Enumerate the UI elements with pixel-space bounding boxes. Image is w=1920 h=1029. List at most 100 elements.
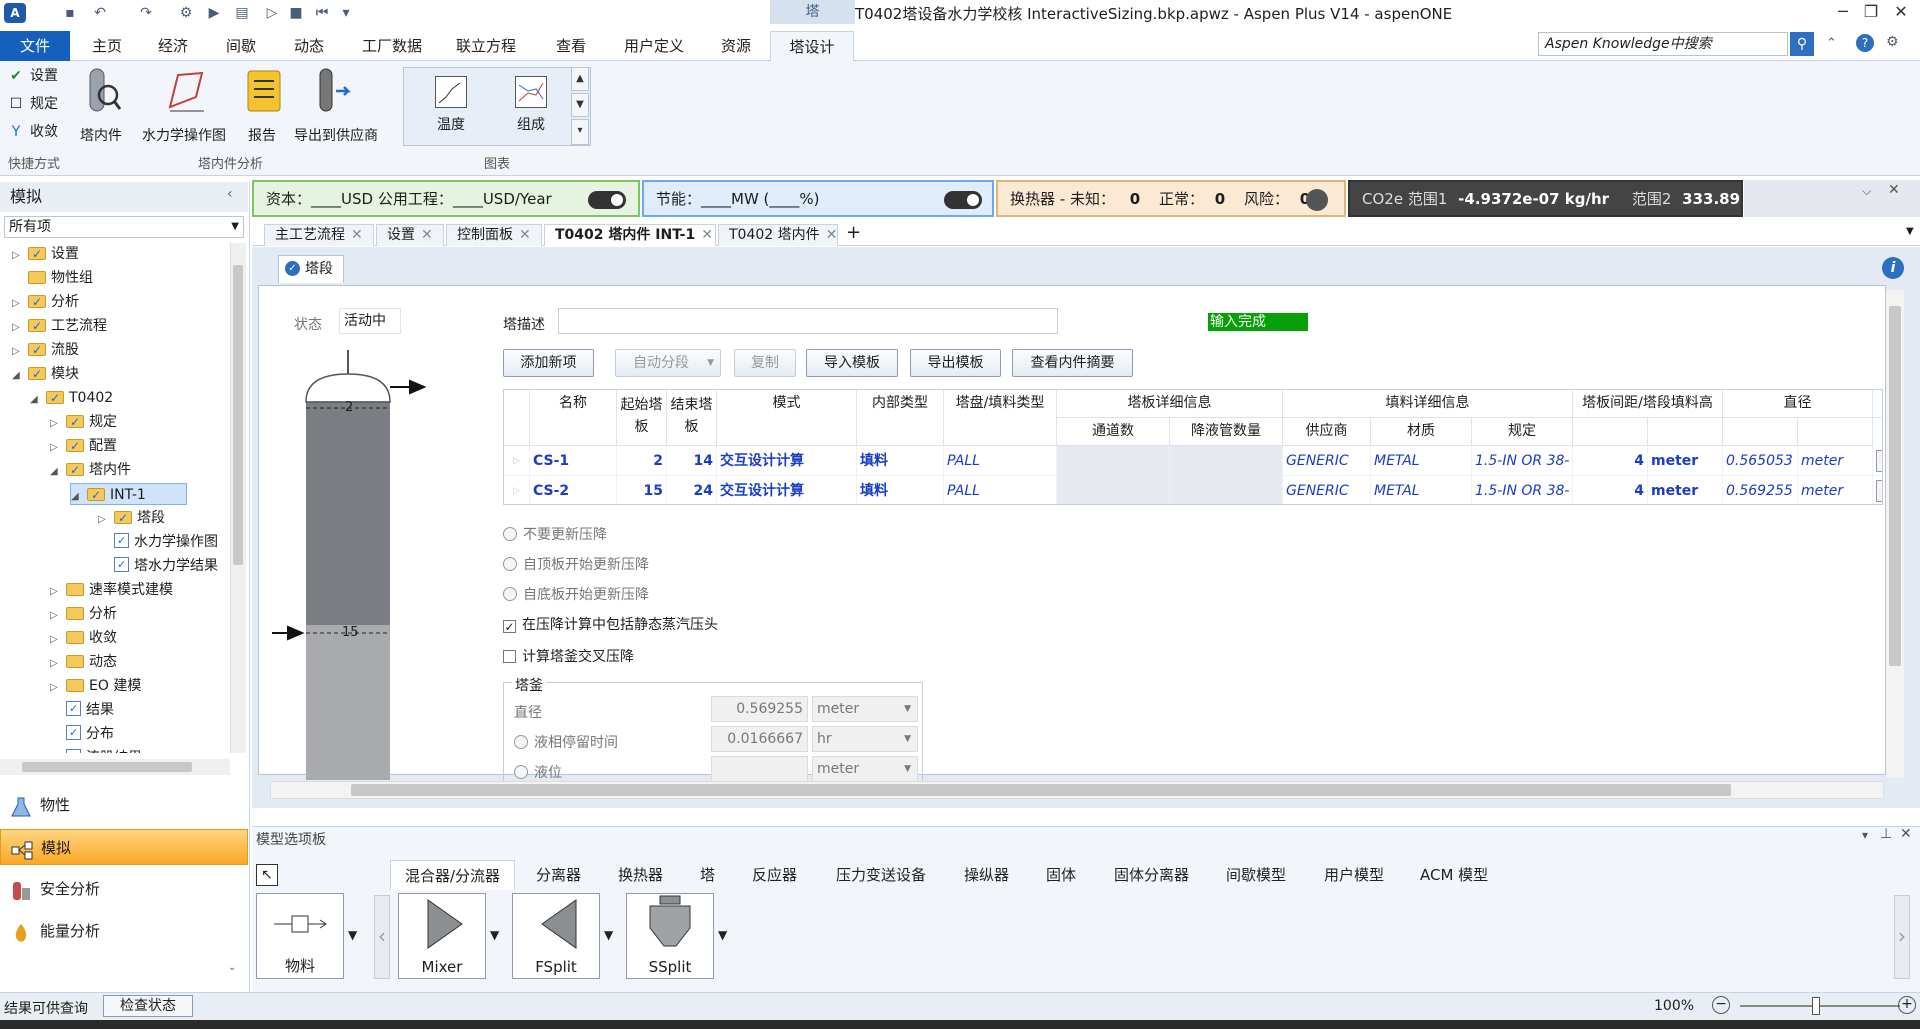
- zoom-slider-thumb[interactable]: [1812, 997, 1820, 1015]
- close-icon[interactable]: ✕: [421, 227, 433, 243]
- gallery-temperature[interactable]: 温度: [426, 76, 476, 142]
- cell-vendor[interactable]: GENERIC: [1283, 446, 1371, 476]
- tab-batch[interactable]: 间歇: [218, 31, 264, 61]
- view-internals-summary-button[interactable]: 查看内件摘要: [1012, 349, 1133, 377]
- palette-tab-reactors[interactable]: 反应器: [752, 860, 797, 890]
- cell-type[interactable]: PALL: [944, 446, 1057, 476]
- tree-item[interactable]: ▷ 动态: [50, 651, 117, 673]
- tree-item[interactable]: 结果: [50, 698, 114, 721]
- tree-item[interactable]: 物性组: [12, 267, 93, 289]
- sump-level-unit-select[interactable]: meter ▼: [812, 756, 918, 782]
- tab-economics[interactable]: 经济: [150, 31, 196, 61]
- column-internals-button[interactable]: 塔内件: [80, 125, 122, 145]
- palette-tab-batch-models[interactable]: 间歇模型: [1226, 860, 1286, 890]
- palette-tab-solids[interactable]: 固体: [1046, 860, 1076, 890]
- cell-internal[interactable]: 填料: [857, 446, 944, 476]
- tab-customize[interactable]: 用户定义: [618, 31, 690, 61]
- stop-icon[interactable]: ■: [286, 3, 306, 23]
- tree-expand-icon[interactable]: ▷: [50, 653, 62, 675]
- doctab-t0402-int1[interactable]: T0402 塔内件 INT-1 ✕: [544, 224, 716, 246]
- tree-item[interactable]: ▷ 分析: [12, 291, 79, 313]
- nav-simulation-button[interactable]: 模拟: [0, 829, 248, 865]
- cell-spec[interactable]: 1.5-IN OR 38-: [1472, 476, 1573, 504]
- sump-diameter-input[interactable]: 0.569255: [711, 696, 808, 722]
- knowledge-search-input[interactable]: Aspen Knowledge中搜索: [1538, 32, 1788, 56]
- convergence-button[interactable]: Y 收敛: [8, 121, 58, 143]
- tree-item[interactable]: ◢ INT-1: [70, 483, 187, 506]
- tree-item[interactable]: 流股结果: [50, 746, 142, 753]
- nav-energy-analysis-button[interactable]: 能量分析: [0, 913, 248, 949]
- close-icon[interactable]: ✕: [519, 227, 531, 243]
- check-sump-pressure-drop[interactable]: 计算塔釜交叉压降: [503, 646, 634, 666]
- nav-filter-select[interactable]: 所有项 ▼: [4, 216, 244, 238]
- palette-item-material[interactable]: 物料: [256, 893, 344, 979]
- tree-item[interactable]: ▷ 速率模式建模: [50, 579, 173, 601]
- gallery-more-icon[interactable]: ▾: [571, 119, 589, 145]
- cell-material[interactable]: METAL: [1371, 446, 1472, 476]
- form-horizontal-scrollbar[interactable]: [270, 781, 1884, 799]
- palette-pin-icon[interactable]: ⊥: [1880, 826, 1892, 842]
- cell-mode[interactable]: 交互设计计算: [717, 476, 857, 504]
- radio-update-from-bottom[interactable]: 自底板开始更新压降: [503, 584, 649, 604]
- close-icon[interactable]: ✕: [351, 227, 363, 243]
- close-icon[interactable]: ✕: [1888, 1, 1914, 23]
- palette-item-fsplit[interactable]: FSplit: [512, 893, 600, 979]
- status-close-icon[interactable]: ✕: [1888, 182, 1900, 198]
- tree-item[interactable]: ◢ 模块: [12, 363, 79, 385]
- palette-tab-exchangers[interactable]: 换热器: [618, 860, 663, 890]
- cell-height[interactable]: 4: [1573, 476, 1648, 504]
- nav-safety-analysis-button[interactable]: 安全分析: [0, 871, 248, 907]
- tree-expand-icon[interactable]: ◢: [30, 389, 42, 411]
- palette-menu-icon[interactable]: ▾: [1862, 828, 1868, 842]
- zoom-in-icon[interactable]: +: [1898, 996, 1916, 1014]
- palette-scroll-left-icon[interactable]: ‹: [374, 895, 390, 979]
- quick-access-dropdown-icon[interactable]: ▾: [336, 3, 356, 23]
- tree-expand-icon[interactable]: ▷: [50, 581, 62, 603]
- doctab-main-flowsheet[interactable]: 主工艺流程 ✕: [264, 224, 374, 246]
- copy-button[interactable]: 复制: [734, 349, 796, 377]
- doctab-setup[interactable]: 设置 ✕: [376, 224, 444, 246]
- sump-residence-unit-select[interactable]: hr ▼: [812, 726, 918, 752]
- reconcile-icon[interactable]: ⚙: [176, 3, 196, 23]
- tab-equation-oriented[interactable]: 联立方程: [450, 31, 522, 61]
- energy-status-box[interactable]: 节能：____MW (____%): [642, 180, 994, 217]
- pointer-tool-icon[interactable]: ↖: [256, 864, 278, 886]
- add-new-button[interactable]: 添加新项: [503, 349, 594, 377]
- palette-item-ssplit[interactable]: SSplit: [626, 893, 714, 979]
- spec-button[interactable]: ☐ 规定: [8, 93, 58, 115]
- doctab-t0402-internals[interactable]: T0402 塔内件 ✕: [718, 224, 838, 246]
- control-panel-icon[interactable]: ▤: [232, 3, 252, 23]
- cell-diameter[interactable]: 0.569255: [1723, 476, 1798, 504]
- setup-button[interactable]: ✔ 设置: [8, 65, 58, 87]
- check-static-vapor-head[interactable]: ✓ 在压降计算中包括静态蒸汽压头: [503, 614, 718, 634]
- checkbox-unchecked[interactable]: [503, 650, 516, 663]
- tree-expand-icon[interactable]: ▷: [50, 605, 62, 627]
- tree-vertical-scrollbar[interactable]: [230, 243, 246, 753]
- help-icon[interactable]: ?: [1856, 34, 1874, 52]
- energy-toggle[interactable]: [944, 191, 982, 209]
- tree-item[interactable]: 塔水力学结果: [98, 554, 218, 577]
- column-description-input[interactable]: [558, 308, 1058, 334]
- run-icon[interactable]: ▷: [262, 3, 282, 23]
- cell-height-unit[interactable]: meter: [1648, 476, 1723, 504]
- cell-spec[interactable]: 1.5-IN OR 38-: [1472, 446, 1573, 476]
- hydraulic-plot-button[interactable]: 水力学操作图: [142, 125, 226, 145]
- tree-expand-icon[interactable]: ▷: [50, 437, 62, 459]
- form-vertical-scrollbar[interactable]: [1886, 290, 1904, 778]
- nav-expand-icon[interactable]: ⌄: [228, 962, 236, 973]
- palette-tab-columns[interactable]: 塔: [700, 860, 715, 890]
- aspen-app-icon[interactable]: A: [4, 3, 26, 23]
- cell-end[interactable]: 24: [667, 476, 717, 504]
- cell-empty[interactable]: [1170, 476, 1283, 504]
- palette-tab-mixers[interactable]: 混合器/分流器: [390, 860, 516, 890]
- tab-column-design[interactable]: 塔设计: [770, 31, 854, 62]
- cost-status-box[interactable]: 资本：____USD 公用工程：____USD/Year: [252, 180, 640, 217]
- collapse-ribbon-icon[interactable]: ⌃: [1826, 36, 1837, 51]
- next-icon[interactable]: ▶: [204, 3, 224, 23]
- cell-height-unit[interactable]: meter: [1648, 446, 1723, 476]
- export-template-button[interactable]: 导出模板: [910, 349, 1001, 377]
- sump-level-input[interactable]: [711, 756, 808, 782]
- sump-residence-input[interactable]: 0.0166667: [711, 726, 808, 752]
- palette-item-fsplit-dropdown-icon[interactable]: ▼: [604, 928, 613, 942]
- cost-toggle[interactable]: [588, 191, 626, 209]
